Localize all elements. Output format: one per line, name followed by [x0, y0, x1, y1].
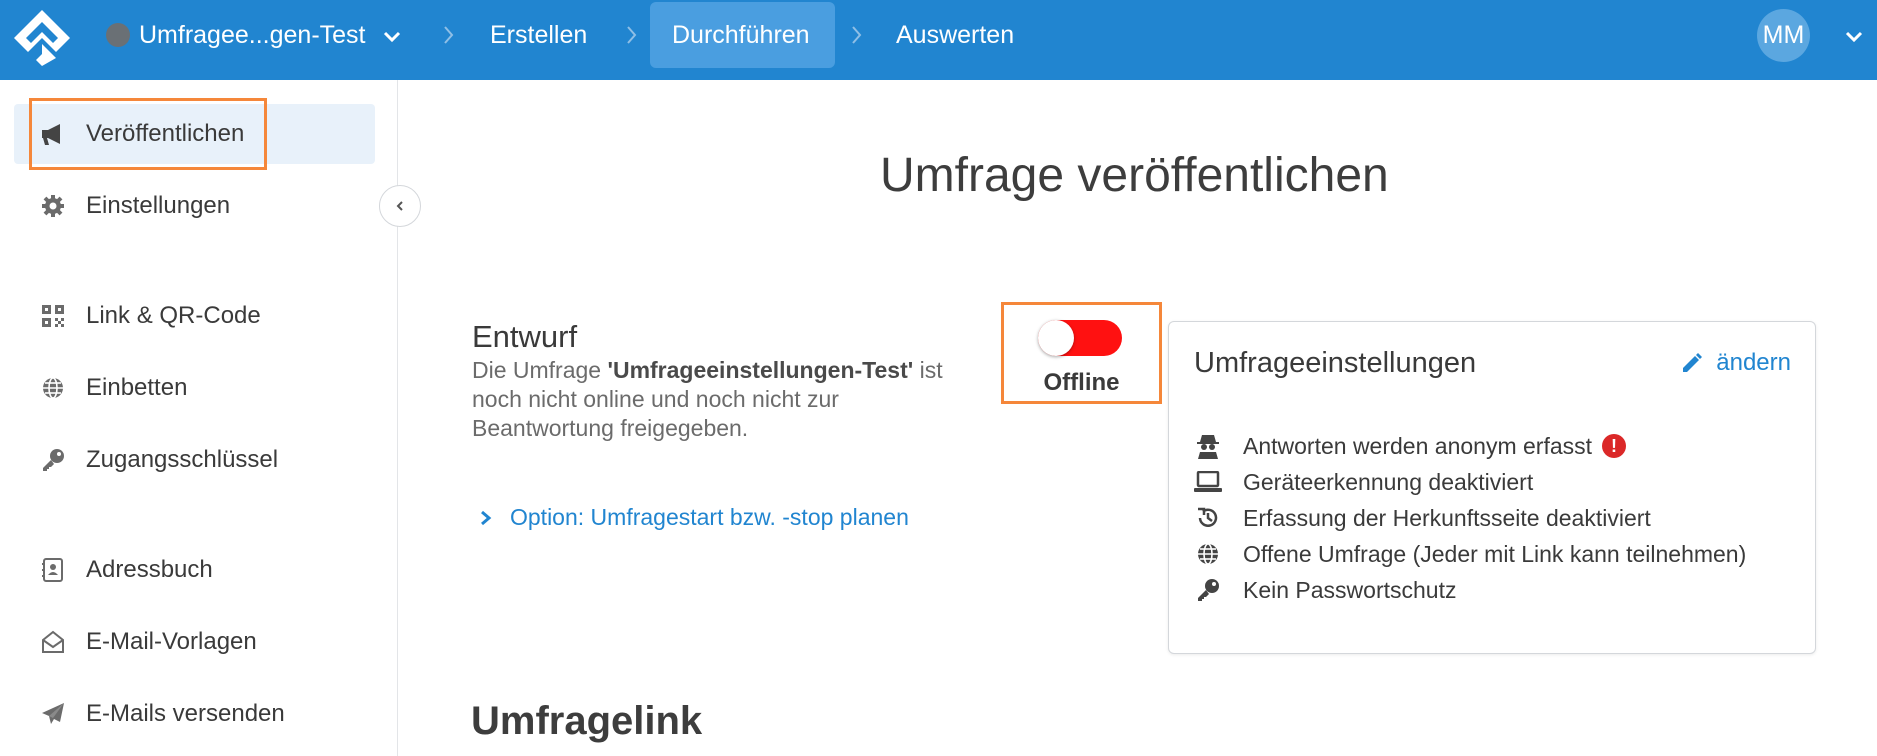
settings-row-anonymous: Antworten werden anonym erfasst !	[1194, 431, 1627, 461]
step-auswerten[interactable]: Auswerten	[896, 20, 1014, 50]
toggle-status-label: Offline	[1043, 369, 1120, 396]
settings-row-text: Offene Umfrage (Jeder mit Link kann teil…	[1243, 540, 1747, 567]
settings-row-open-survey: Offene Umfrage (Jeder mit Link kann teil…	[1194, 539, 1746, 569]
edit-settings-label: ändern	[1716, 349, 1791, 376]
settings-row-referrer: Erfassung der Herkunftsseite deaktiviert	[1194, 503, 1651, 533]
sidebar-item-label: Link & QR-Code	[86, 302, 261, 329]
sidebar-item-label: Einstellungen	[86, 192, 231, 219]
schedule-option-link[interactable]: Option: Umfragestart bzw. -stop planen	[478, 504, 909, 531]
sidebar-item-label: Zugangsschlüssel	[86, 446, 279, 473]
warning-icon[interactable]: !	[1602, 434, 1627, 458]
page-title: Umfrage veröffentlichen	[880, 149, 1389, 202]
chevron-down-icon[interactable]	[381, 24, 403, 50]
online-toggle-container: Offline	[1001, 302, 1162, 404]
survey-name-selector[interactable]: Umfragee...gen-Test	[139, 20, 366, 50]
globe-icon	[40, 375, 66, 401]
chevron-down-icon[interactable]	[1843, 24, 1865, 50]
spy-icon	[1194, 432, 1222, 460]
settings-row-password: Kein Passwortschutz	[1194, 575, 1456, 605]
survey-link-section-title: Umfragelink	[471, 699, 703, 743]
sidebar-item-label: E-Mails versenden	[86, 700, 285, 727]
sidebar-item-label: Veröffentlichen	[86, 120, 245, 147]
step-erstellen[interactable]: Erstellen	[490, 20, 587, 50]
key-icon	[40, 447, 66, 473]
chevron-left-icon	[396, 201, 403, 211]
sidebar-item-einstellungen[interactable]: Einstellungen	[40, 186, 380, 226]
edit-settings-link[interactable]: ändern	[1680, 349, 1791, 377]
gear-icon	[40, 193, 66, 219]
settings-row-text: Erfassung der Herkunftsseite deaktiviert	[1243, 504, 1651, 531]
laptop-icon	[1194, 468, 1222, 496]
address-book-icon	[40, 557, 66, 583]
sidebar-item-veroeffentlichen[interactable]: Veröffentlichen	[40, 114, 380, 154]
top-navigation-bar: Umfragee...gen-Test Erstellen Durchführe…	[0, 0, 1877, 80]
history-icon	[1194, 504, 1222, 532]
breadcrumb-chevron-icon	[444, 26, 454, 44]
toggle-knob	[1038, 320, 1074, 356]
status-description-prefix: Die Umfrage	[472, 357, 608, 383]
sidebar-item-einbetten[interactable]: Einbetten	[40, 368, 380, 408]
key-icon	[1194, 576, 1222, 604]
chevron-right-icon	[481, 510, 492, 525]
sidebar-item-zugangsschluessel[interactable]: Zugangsschlüssel	[40, 440, 380, 480]
qr-code-icon	[40, 303, 66, 329]
app-logo-icon[interactable]	[12, 8, 72, 68]
sidebar-item-label: E-Mail-Vorlagen	[86, 628, 257, 655]
sidebar-item-e-mails-versenden[interactable]: E-Mails versenden	[40, 694, 380, 734]
sidebar-item-label: Einbetten	[86, 374, 188, 401]
sidebar-item-link-qr-code[interactable]: Link & QR-Code	[40, 296, 380, 336]
card-title: Umfrageeinstellungen	[1194, 347, 1477, 379]
envelope-open-icon	[40, 629, 66, 655]
sidebar-item-adressbuch[interactable]: Adressbuch	[40, 550, 380, 590]
sidebar-item-label: Adressbuch	[86, 556, 213, 583]
survey-settings-card: Umfrageeinstellungen ändern Antworten we…	[1168, 321, 1816, 654]
globe-icon	[1194, 540, 1222, 568]
online-offline-toggle[interactable]	[1038, 320, 1122, 356]
sidebar: Veröffentlichen Einstellungen Link & QR-…	[0, 80, 398, 756]
settings-row-text: Geräteerkennung deaktiviert	[1243, 468, 1534, 495]
breadcrumb-chevron-icon	[852, 26, 862, 44]
breadcrumb-chevron-icon	[627, 26, 637, 44]
sidebar-item-e-mail-vorlagen[interactable]: E-Mail-Vorlagen	[40, 622, 380, 662]
schedule-option-label: Option: Umfragestart bzw. -stop planen	[510, 504, 909, 530]
status-survey-name: 'Umfrageeinstellungen-Test'	[607, 357, 914, 383]
sidebar-collapse-button[interactable]	[379, 185, 421, 227]
settings-row-text: Kein Passwortschutz	[1243, 576, 1457, 603]
settings-row-device: Geräteerkennung deaktiviert	[1194, 467, 1533, 497]
settings-row-text: Antworten werden anonym erfasst	[1243, 432, 1593, 459]
paper-plane-icon	[40, 701, 66, 727]
status-title: Entwurf	[472, 319, 578, 354]
step-durchfuehren[interactable]: Durchführen	[672, 20, 810, 50]
status-description: Die Umfrage 'Umfrageeinstellungen-Test' …	[472, 356, 982, 443]
pencil-icon	[1683, 353, 1703, 372]
survey-status-dot	[106, 23, 130, 47]
user-avatar[interactable]: MM	[1757, 9, 1810, 62]
megaphone-icon	[40, 121, 66, 147]
